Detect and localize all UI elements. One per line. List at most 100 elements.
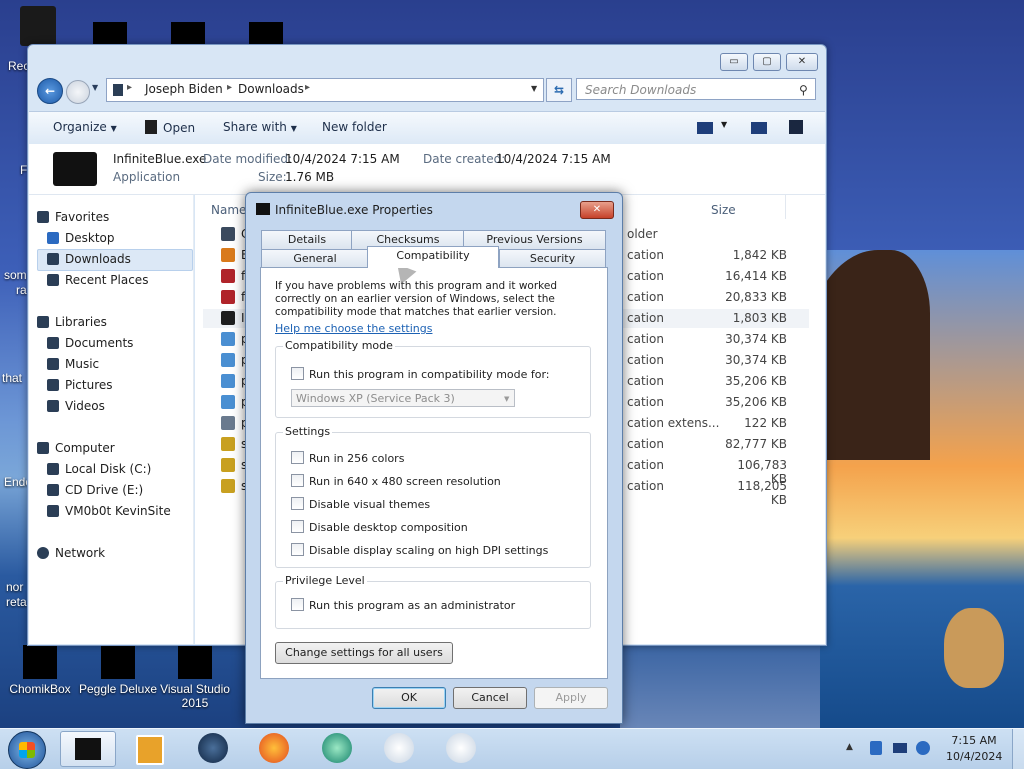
taskbar-app-teal[interactable]: [322, 733, 352, 763]
tray-volume-icon[interactable]: [916, 741, 930, 755]
compatibility-mode-checkbox[interactable]: Run this program in compatibility mode f…: [291, 367, 550, 381]
nav-downloads[interactable]: Downloads: [47, 252, 131, 266]
file-icon: [221, 374, 235, 388]
desktop-icon-redacted[interactable]: [93, 22, 127, 44]
file-icon: [221, 458, 235, 472]
file-type: older: [627, 227, 658, 241]
desktop-icon-redacted[interactable]: [171, 22, 205, 44]
forward-button[interactable]: [66, 80, 90, 104]
desktop-icon-recycle-bin[interactable]: [20, 6, 56, 46]
taskbar-explorer-button[interactable]: [60, 731, 116, 767]
nav-vm-share[interactable]: VM0b0t KevinSite: [47, 504, 171, 518]
column-header-name[interactable]: Name: [211, 203, 246, 217]
tab-general[interactable]: General: [261, 249, 369, 268]
nav-network[interactable]: Network: [37, 546, 105, 560]
address-dropdown-icon[interactable]: ▼: [531, 84, 537, 93]
clock-time[interactable]: 7:15 AM: [946, 734, 1002, 747]
details-file-type: Application: [113, 170, 181, 184]
tray-network-icon[interactable]: [893, 743, 907, 753]
apply-button[interactable]: Apply: [534, 687, 608, 709]
nav-desktop[interactable]: Desktop: [47, 231, 115, 245]
details-date-created-label: Date created:: [423, 152, 506, 166]
tab-compatibility[interactable]: Compatibility: [367, 246, 499, 268]
file-type: cation: [627, 290, 664, 304]
file-icon: [221, 437, 235, 451]
organize-menu[interactable]: Organize ▼: [53, 120, 117, 134]
open-button[interactable]: Open: [145, 120, 195, 135]
run-640x480-checkbox[interactable]: Run in 640 x 480 screen resolution: [291, 474, 501, 488]
search-input[interactable]: Search Downloads ⚲: [576, 78, 816, 100]
details-file-name: InfiniteBlue.exe: [113, 152, 207, 166]
breadcrumb-separator-icon: ▸: [227, 82, 233, 93]
drive-icon: [47, 463, 59, 475]
desktop-icon-visual-studio[interactable]: Visual Studio 2015: [155, 645, 235, 710]
file-icon: [221, 332, 235, 346]
desktop-icon-peggle[interactable]: Peggle Deluxe: [78, 645, 158, 696]
file-size: 1,803 KB: [732, 311, 787, 325]
nav-pictures[interactable]: Pictures: [47, 378, 113, 392]
minimize-button[interactable]: ▭: [720, 53, 748, 71]
tab-security[interactable]: Security: [499, 249, 606, 268]
nav-libraries[interactable]: Libraries: [37, 315, 107, 329]
taskbar-app-blank[interactable]: [384, 733, 414, 763]
back-button[interactable]: ←: [37, 78, 63, 104]
show-desktop-button[interactable]: [1012, 729, 1024, 769]
desktop-label-clipped[interactable]: som: [4, 268, 27, 282]
start-button[interactable]: [8, 731, 46, 769]
desktop-icon-redacted[interactable]: [249, 22, 283, 44]
nav-recent-places[interactable]: Recent Places: [47, 273, 148, 287]
disable-dpi-scaling-checkbox[interactable]: Disable display scaling on high DPI sett…: [291, 543, 548, 557]
nav-local-disk[interactable]: Local Disk (C:): [47, 462, 151, 476]
clock-date[interactable]: 10/4/2024: [946, 750, 1002, 763]
nav-favorites[interactable]: Favorites: [37, 210, 109, 224]
ok-button[interactable]: OK: [372, 687, 446, 709]
dialog-close-button[interactable]: ✕: [580, 201, 614, 219]
details-date-modified: 10/4/2024 7:15 AM: [285, 152, 400, 166]
desktop-label-clipped[interactable]: that: [2, 371, 22, 385]
file-type: cation extens...: [627, 416, 720, 430]
help-choose-settings-link[interactable]: Help me choose the settings: [275, 322, 432, 335]
view-options-chevron-icon[interactable]: ▼: [721, 120, 727, 129]
help-icon[interactable]: [789, 120, 803, 134]
run-256-colors-checkbox[interactable]: Run in 256 colors: [291, 451, 404, 465]
nav-cd-drive[interactable]: CD Drive (E:): [47, 483, 143, 497]
maximize-button[interactable]: ▢: [753, 53, 781, 71]
close-button[interactable]: ✕: [786, 53, 818, 71]
new-folder-button[interactable]: New folder: [322, 120, 387, 134]
nav-documents[interactable]: Documents: [47, 336, 133, 350]
disable-visual-themes-checkbox[interactable]: Disable visual themes: [291, 497, 430, 511]
music-icon: [47, 358, 59, 370]
disable-desktop-composition-checkbox[interactable]: Disable desktop composition: [291, 520, 468, 534]
recent-pages-chevron-icon[interactable]: ▼: [92, 83, 98, 92]
desktop-label-clipped[interactable]: ra: [16, 283, 27, 297]
cd-drive-icon: [47, 484, 59, 496]
refresh-button[interactable]: ⇆: [546, 78, 572, 102]
preview-pane-icon[interactable]: [751, 122, 767, 134]
settings-group: Settings Run in 256 colors Run in 640 x …: [275, 425, 591, 568]
taskbar-app-blank[interactable]: [446, 733, 476, 763]
desktop-label-clipped[interactable]: reta: [6, 595, 27, 609]
change-settings-all-users-button[interactable]: Change settings for all users: [275, 642, 453, 664]
cancel-button[interactable]: Cancel: [453, 687, 527, 709]
column-header-size[interactable]: Size: [711, 203, 736, 217]
desktop-label-clipped[interactable]: nor: [6, 580, 23, 594]
breadcrumb-joseph-biden[interactable]: Joseph Biden: [145, 82, 223, 96]
desktop-icon-chomikbox[interactable]: ChomikBox: [0, 645, 80, 696]
nav-videos[interactable]: Videos: [47, 399, 105, 413]
address-bar[interactable]: ▸ Joseph Biden ▸ Downloads ▸ ▼: [106, 78, 544, 102]
breadcrumb-downloads[interactable]: Downloads: [238, 82, 304, 96]
file-type: cation: [627, 395, 664, 409]
taskbar-media-player-button[interactable]: [136, 735, 164, 765]
taskbar-app-dark-globe[interactable]: [198, 733, 228, 763]
nav-music[interactable]: Music: [47, 357, 99, 371]
share-with-menu[interactable]: Share with ▼: [223, 120, 297, 134]
change-view-icon[interactable]: [697, 122, 713, 134]
taskbar-firefox-button[interactable]: [259, 733, 289, 763]
file-icon: [221, 416, 235, 430]
run-as-administrator-checkbox[interactable]: Run this program as an administrator: [291, 598, 515, 612]
tab-details[interactable]: Details: [261, 230, 353, 249]
file-type: cation: [627, 311, 664, 325]
nav-computer[interactable]: Computer: [37, 441, 115, 455]
tray-flag-icon[interactable]: [870, 741, 882, 755]
show-hidden-icons-arrow-icon[interactable]: ▲: [846, 742, 853, 752]
